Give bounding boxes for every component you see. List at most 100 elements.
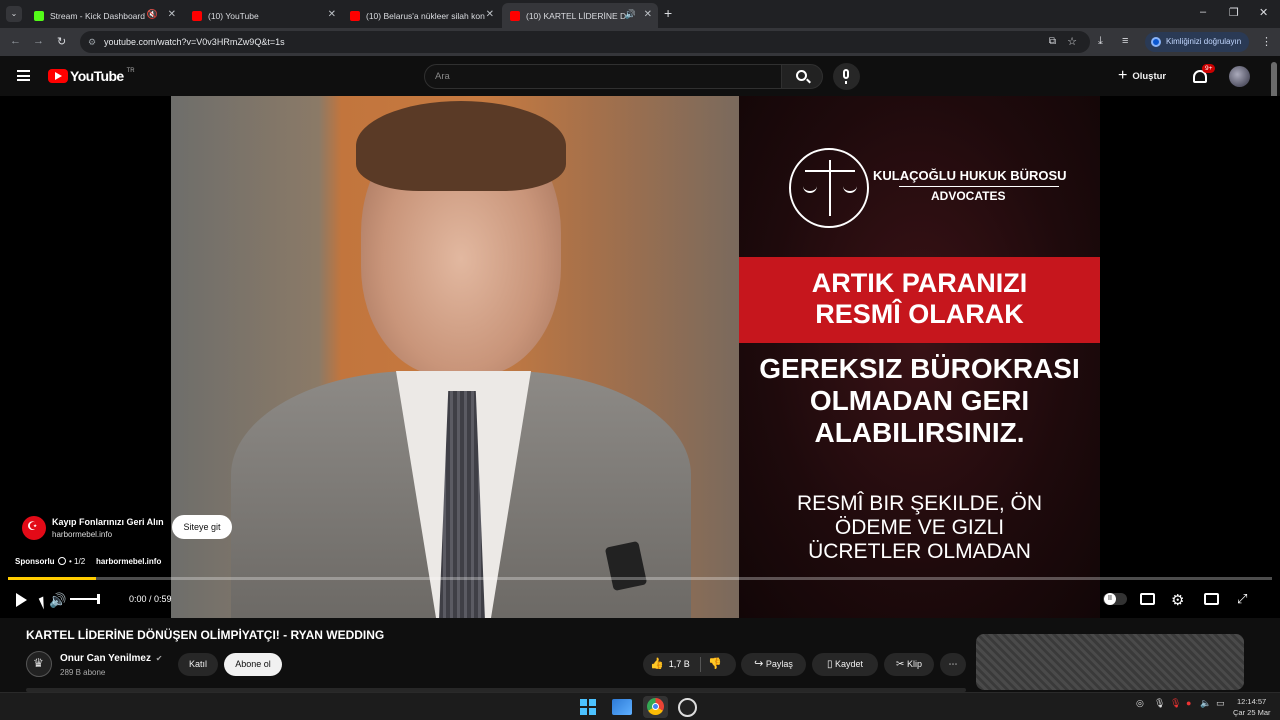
youtube-favicon-icon	[192, 10, 202, 21]
windows-start-icon[interactable]	[580, 699, 596, 715]
site-info-icon[interactable]: ⚙	[88, 31, 96, 53]
install-app-icon[interactable]: ⧉	[1049, 31, 1056, 53]
channel-logo-icon: ♛	[33, 656, 44, 670]
youtube-header: YouTube TR Ara + Oluştur 9+	[0, 56, 1280, 96]
time-display: 0:00 / 0:59	[129, 594, 172, 604]
hamburger-menu-icon[interactable]	[17, 70, 30, 81]
maximize-button[interactable]: ❐	[1229, 6, 1239, 19]
subscriber-count: 289 B abone	[60, 668, 106, 677]
video-frame-ad-panel: KULAÇOĞLU HUKUK BÜROSU ADVOCATES ARTIK P…	[739, 96, 1100, 618]
more-actions-button[interactable]: ⋯	[940, 653, 966, 676]
ad-line-7: ÖDEME VE GIZLI	[834, 516, 1005, 539]
progress-bar[interactable]	[8, 577, 1272, 580]
volume-handle[interactable]	[97, 594, 100, 604]
tab-label: Stream - Kick Dashboard	[50, 10, 145, 21]
video-player[interactable]: KULAÇOĞLU HUKUK BÜROSU ADVOCATES ARTIK P…	[0, 96, 1280, 618]
volume-icon[interactable]: 🔊	[49, 592, 66, 609]
voice-search-button[interactable]	[833, 63, 860, 90]
volume-slider[interactable]	[70, 598, 100, 600]
audio-playing-icon[interactable]: 🔊	[625, 9, 636, 20]
chrome-taskbar-icon[interactable]	[643, 696, 668, 718]
new-tab-button[interactable]: +	[664, 5, 672, 21]
verified-icon: ✔	[155, 654, 163, 663]
subtitles-icon[interactable]	[1140, 593, 1155, 605]
join-button[interactable]: Katıl	[178, 653, 218, 676]
settings-gear-icon[interactable]: ⚙	[1171, 591, 1184, 609]
back-icon[interactable]: ←	[10, 35, 21, 47]
sidebar-ad-thumbnail[interactable]	[976, 634, 1244, 690]
tray-volume-icon[interactable]: 🔈	[1200, 698, 1211, 709]
browser-tab-bar: ⌄ Stream - Kick Dashboard 🔇 ✕ (10) YouTu…	[0, 0, 1280, 28]
save-button[interactable]: ▯ Kaydet	[812, 653, 878, 676]
ad-counter: • 1/2	[69, 557, 86, 566]
chrome-menu-icon[interactable]: ⋮	[1261, 35, 1272, 48]
notifications-button[interactable]: 9+	[1192, 64, 1216, 86]
tab-youtube-belarus[interactable]: (10) Belarus'a nükleer silah kon ✕	[342, 3, 500, 28]
tray-red-mic-icon[interactable]: 🎙	[1170, 698, 1181, 709]
dislike-button[interactable]: 👎	[708, 657, 722, 670]
channel-name[interactable]: Onur Can Yenilmez ✔	[60, 653, 162, 664]
region-code: TR	[126, 68, 135, 74]
create-button[interactable]: + Oluştur	[1118, 64, 1166, 88]
ad-line-3: GEREKSIZ BÜROKRASI	[759, 353, 1080, 384]
create-label: Oluştur	[1132, 70, 1167, 82]
verify-label: Kimliğinizi doğrulayın	[1166, 37, 1242, 46]
search-input[interactable]: Ara	[424, 64, 782, 89]
tab-label: (10) YouTube	[208, 10, 259, 21]
plus-icon: +	[1118, 67, 1128, 84]
clip-button[interactable]: ✂ Klip	[884, 653, 934, 676]
verify-identity-button[interactable]: Kimliğinizi doğrulayın	[1145, 32, 1249, 52]
tab-label: (10) Belarus'a nükleer silah kon	[366, 10, 485, 21]
bookmark-star-icon[interactable]: ☆	[1067, 31, 1077, 53]
minimize-button[interactable]: –	[1200, 6, 1206, 18]
reload-icon[interactable]: ↻	[57, 35, 66, 48]
ad-count: 1/2	[74, 557, 86, 566]
close-tab-icon[interactable]: ✕	[644, 9, 652, 20]
ad-visit-site-button[interactable]: Siteye git	[172, 515, 232, 539]
tab-kick-dashboard[interactable]: Stream - Kick Dashboard 🔇 ✕	[26, 3, 182, 28]
clock-time[interactable]: 12:14:57	[1237, 697, 1266, 706]
play-button[interactable]	[16, 593, 27, 607]
tab-label: (10) KARTEL LİDERİNE DÖN	[526, 10, 626, 21]
tab-search-button[interactable]: ⌄	[6, 6, 22, 22]
tab-youtube-home[interactable]: (10) YouTube ✕	[184, 3, 342, 28]
tray-network-icon[interactable]: ◎	[1136, 698, 1144, 709]
ad-title[interactable]: Kayıp Fonlarınızı Geri Alın	[52, 517, 164, 527]
forward-icon[interactable]: →	[33, 35, 44, 47]
tray-mic-icon[interactable]: 🎙	[1154, 698, 1165, 709]
close-window-button[interactable]: ✕	[1259, 6, 1268, 19]
close-tab-icon[interactable]: ✕	[328, 9, 336, 20]
tab-youtube-active[interactable]: (10) KARTEL LİDERİNE DÖN 🔊 ✕	[502, 3, 658, 28]
like-button[interactable]: 👍 1,7 B	[650, 657, 690, 670]
ad-domain-link[interactable]: harbormebel.info	[96, 557, 161, 566]
channel-avatar[interactable]: ♛	[26, 651, 52, 677]
download-icon[interactable]: ⤓	[1098, 35, 1103, 48]
share-button[interactable]: ↪ Paylaş	[741, 653, 806, 676]
tray-display-icon[interactable]: ▭	[1216, 698, 1225, 709]
close-tab-icon[interactable]: ✕	[168, 9, 176, 20]
browser-toolbar: ← → ↻ ⚙ youtube.com/watch?v=V0v3HRmZw9Q&…	[0, 28, 1280, 56]
ad-advertiser-logo[interactable]: ☪	[22, 516, 46, 540]
subscribe-button[interactable]: Abone ol	[224, 653, 282, 676]
media-control-icon[interactable]: ≡	[1122, 35, 1128, 47]
mute-icon[interactable]: 🔇	[147, 9, 158, 20]
youtube-wordmark: YouTube	[70, 68, 124, 84]
tray-app-icon[interactable]: ●	[1186, 698, 1191, 708]
autoplay-toggle[interactable]: II	[1103, 593, 1127, 605]
close-tab-icon[interactable]: ✕	[486, 9, 494, 20]
ad-info-icon[interactable]	[58, 557, 66, 565]
video-title: KARTEL LİDERİNE DÖNÜŞEN OLİMPİYATÇI! - R…	[26, 628, 385, 642]
file-explorer-icon[interactable]	[612, 699, 632, 715]
avatar[interactable]	[1229, 66, 1250, 87]
search-button[interactable]	[781, 64, 823, 89]
sponsored-label: Sponsorlu	[15, 557, 55, 566]
youtube-logo[interactable]: YouTube TR	[48, 68, 135, 84]
youtube-favicon-icon	[350, 10, 360, 21]
theater-mode-icon[interactable]	[1204, 593, 1219, 605]
fullscreen-icon[interactable]: ⤢	[1237, 591, 1247, 607]
ad-domain[interactable]: harbormebel.info	[52, 530, 112, 539]
ad-line-4: OLMADAN GERI	[809, 385, 1030, 416]
address-bar[interactable]: ⚙ youtube.com/watch?v=V0v3HRmZw9Q&t=1s ⧉…	[80, 31, 1090, 53]
obs-taskbar-icon[interactable]	[678, 698, 697, 717]
clock-date[interactable]: Çar 25 Mar	[1233, 708, 1271, 717]
